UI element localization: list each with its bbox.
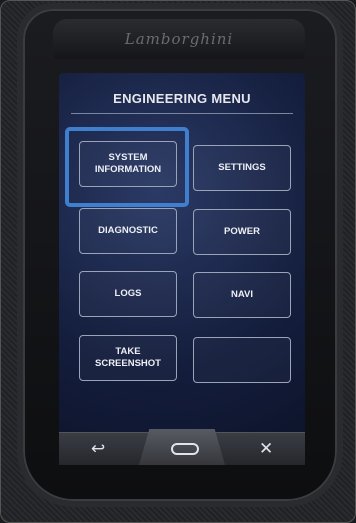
- page-title: ENGINEERING MENU: [113, 91, 251, 106]
- diagnostic-button[interactable]: DIAGNOSTIC: [79, 208, 177, 254]
- selection-highlight: [65, 127, 189, 207]
- console-frame: Lamborghini ENGINEERING MENU SYSTEM INFO…: [0, 0, 356, 523]
- brand-logo: Lamborghini: [53, 19, 305, 59]
- logs-button[interactable]: LOGS: [79, 271, 177, 317]
- title-divider: [71, 113, 293, 114]
- power-button[interactable]: POWER: [193, 209, 291, 255]
- home-icon[interactable]: [171, 443, 199, 455]
- settings-button[interactable]: SETTINGS: [193, 145, 291, 191]
- take-screenshot-button[interactable]: TAKE SCREENSHOT: [79, 335, 177, 381]
- close-icon[interactable]: ✕: [259, 439, 273, 459]
- navi-button[interactable]: NAVI: [193, 272, 291, 318]
- navigation-bar: ↩ ✕: [59, 429, 305, 465]
- empty-button[interactable]: [193, 337, 291, 383]
- back-icon[interactable]: ↩: [91, 439, 105, 459]
